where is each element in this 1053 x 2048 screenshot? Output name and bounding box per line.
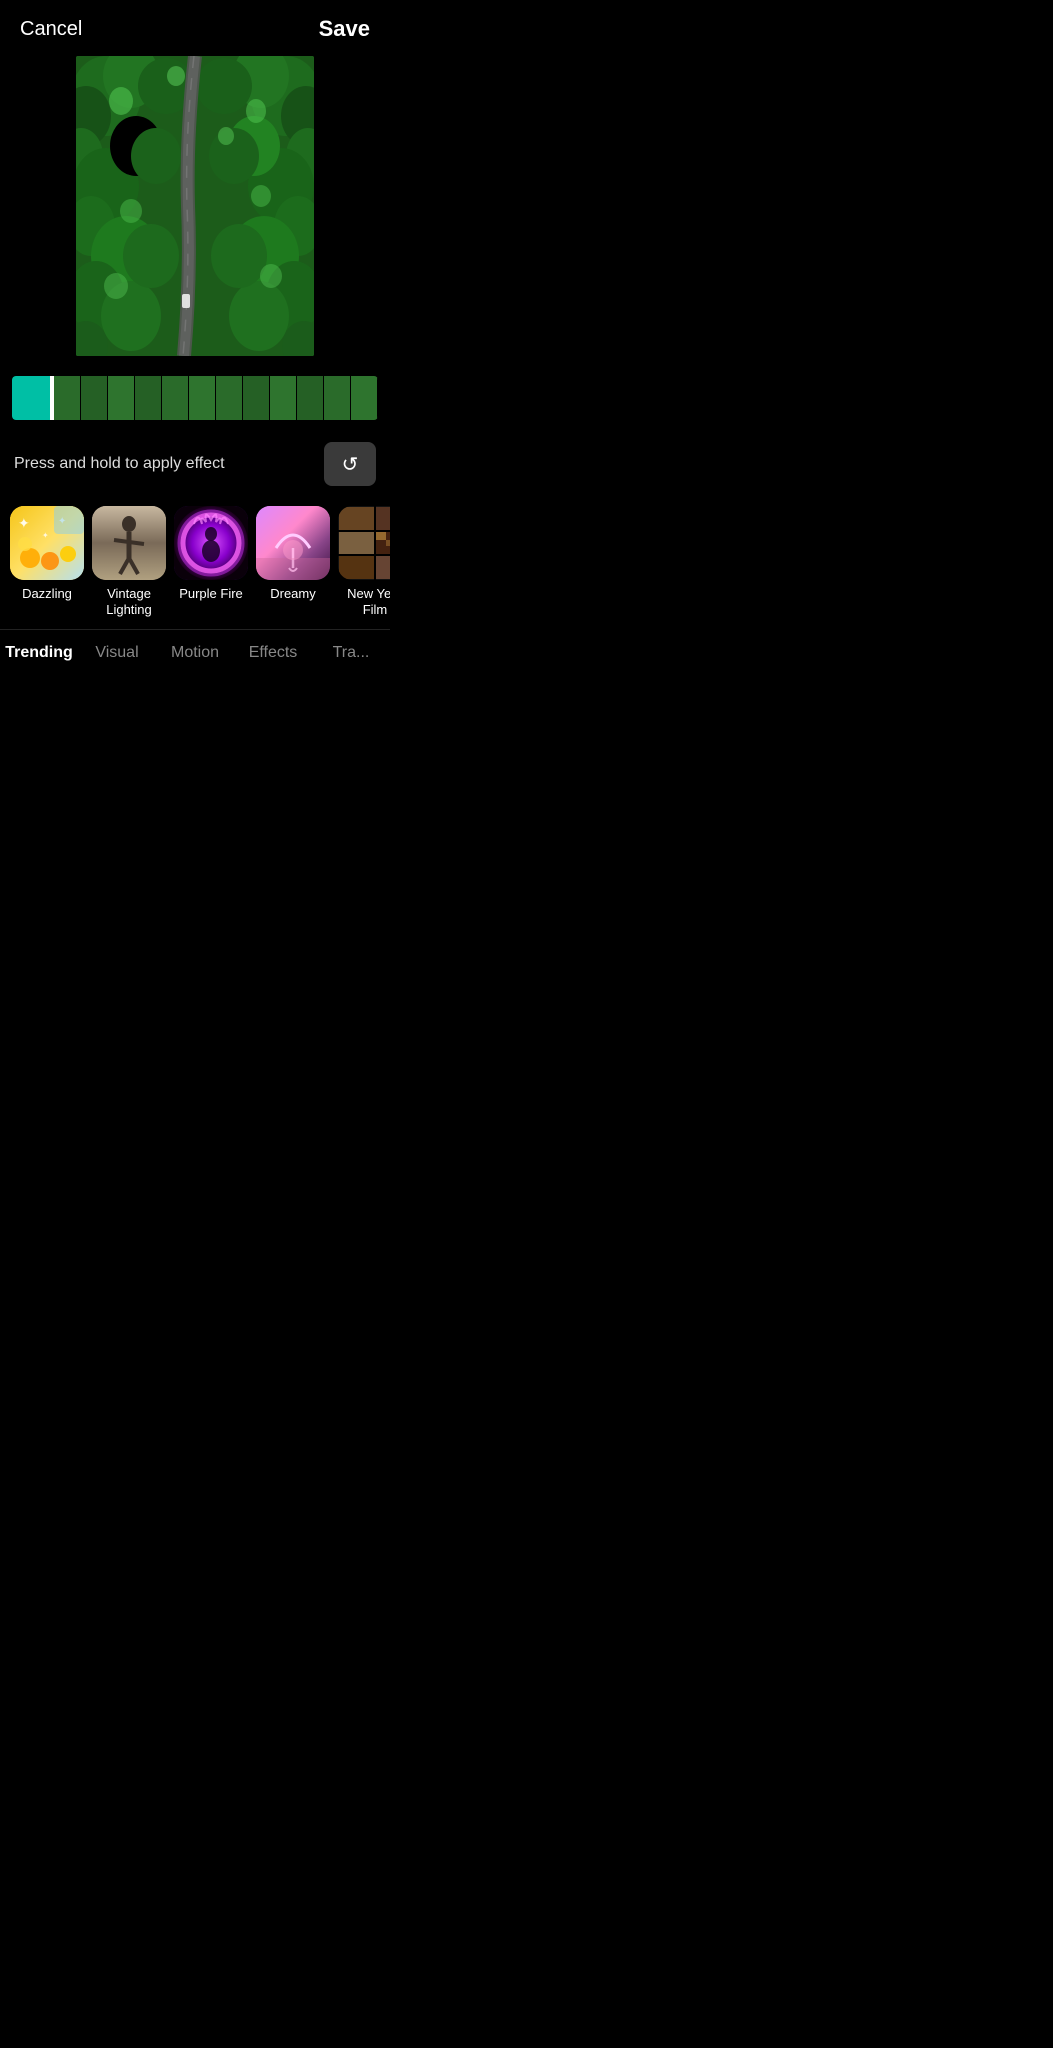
dazzling-svg: ✦ ✦ ✦ [10,506,84,580]
svg-text:✦: ✦ [18,515,30,531]
dreamy-svg [256,506,330,580]
hint-bar: Press and hold to apply effect ↺ [0,432,390,496]
purple-fire-svg [174,506,248,580]
undo-button[interactable]: ↺ [324,442,376,486]
effect-thumb-dreamy [256,506,330,580]
effect-item-dazzling[interactable]: ✦ ✦ ✦ Dazzling [10,506,84,617]
newyear-svg [338,506,390,580]
effect-label-dreamy: Dreamy [270,586,316,602]
timeline-frame [270,376,297,420]
timeline-frames [54,376,378,420]
effect-item-purple-fire[interactable]: Purple Fire [174,506,248,617]
timeline-teal-segment [12,376,50,420]
timeline-frame [54,376,81,420]
forest-svg [76,56,314,356]
tab-effects[interactable]: Effects [234,630,312,678]
timeline-frame [135,376,162,420]
timeline-frame [108,376,135,420]
effect-item-dreamy[interactable]: Dreamy [256,506,330,617]
timeline-frame [81,376,108,420]
save-button[interactable]: Save [319,16,370,42]
timeline-strip[interactable] [12,376,378,420]
timeline-frame [351,376,378,420]
effect-label-new-year-film: New Year Film [338,586,390,617]
preview-image [76,56,314,356]
effect-thumb-dazzling: ✦ ✦ ✦ [10,506,84,580]
effect-thumb-new-year-film [338,506,390,580]
svg-text:✦: ✦ [42,531,49,540]
vintage-svg [92,506,166,580]
hint-text: Press and hold to apply effect [14,455,225,473]
cancel-button[interactable]: Cancel [20,18,82,41]
effect-thumb-purple-fire [174,506,248,580]
timeline-frame [216,376,243,420]
tab-transitions[interactable]: Tra... [312,630,390,678]
main-image-container [0,52,390,364]
timeline-frame [189,376,216,420]
effect-label-dazzling: Dazzling [22,586,72,602]
timeline-frame [243,376,270,420]
tab-trending[interactable]: Trending [0,630,78,678]
timeline-frame [324,376,351,420]
timeline-frame [297,376,324,420]
effect-label-purple-fire: Purple Fire [179,586,243,602]
bottom-tabs: Trending Visual Motion Effects Tra... [0,629,390,678]
timeline-container [0,368,390,428]
effect-label-vintage-lighting: Vintage Lighting [92,586,166,617]
timeline-frame [162,376,189,420]
undo-icon: ↺ [342,452,359,477]
tab-visual[interactable]: Visual [78,630,156,678]
effect-item-new-year-film[interactable]: New Year Film [338,506,390,617]
effect-thumb-vintage-lighting [92,506,166,580]
header: Cancel Save [0,0,390,52]
effect-item-vintage-lighting[interactable]: Vintage Lighting [92,506,166,617]
effects-grid: ✦ ✦ ✦ Dazzling [0,500,390,625]
tab-motion[interactable]: Motion [156,630,234,678]
